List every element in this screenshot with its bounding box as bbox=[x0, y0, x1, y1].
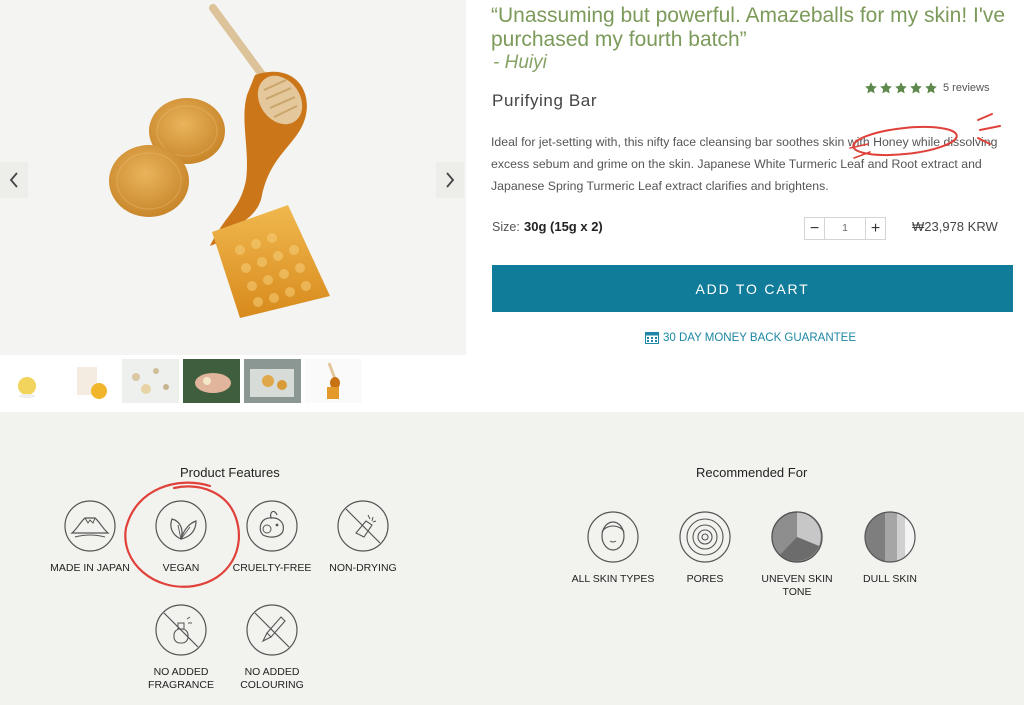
feature-label: NO ADDED COLOURING bbox=[240, 666, 304, 691]
thumbnail[interactable] bbox=[122, 359, 179, 403]
no-fragrance-icon bbox=[155, 604, 207, 656]
gallery-next-button[interactable] bbox=[436, 162, 464, 198]
uneven-tone-icon bbox=[771, 511, 823, 563]
thumbnail[interactable] bbox=[244, 359, 301, 403]
feature-non-drying: NON-DRYING bbox=[318, 499, 408, 575]
purchase-options-row: Size: 30g (15g x 2) − + ₩23,978 KRW bbox=[492, 217, 1012, 240]
chevron-left-icon bbox=[9, 172, 18, 188]
quantity-decrease-button[interactable]: − bbox=[805, 218, 825, 239]
recommended-all-skin-types: ALL SKIN TYPES bbox=[568, 510, 658, 586]
star-icon bbox=[910, 82, 922, 94]
feature-label: CRUELTY-FREE bbox=[232, 562, 312, 574]
thumbnail[interactable] bbox=[61, 359, 118, 403]
recommended-label: ALL SKIN TYPES bbox=[571, 573, 655, 585]
quantity-stepper: − + bbox=[804, 217, 886, 240]
product-description: Ideal for jet-setting with, this nifty f… bbox=[491, 135, 998, 193]
size-value: 30g (15g x 2) bbox=[524, 219, 603, 234]
testimonial-author: - Huiyi bbox=[493, 52, 547, 73]
thumbnail[interactable] bbox=[0, 359, 57, 403]
recommended-dull-skin: DULL SKIN bbox=[845, 510, 935, 586]
calendar-icon bbox=[645, 332, 659, 344]
star-icon bbox=[895, 82, 907, 94]
feature-cruelty-free: CRUELTY-FREE bbox=[227, 499, 317, 575]
feature-no-added-colouring: NO ADDED COLOURING bbox=[227, 603, 317, 692]
star-icon bbox=[880, 82, 892, 94]
gallery-thumbnails bbox=[0, 359, 362, 405]
recommended-label: DULL SKIN bbox=[863, 573, 917, 585]
product-image-gallery[interactable] bbox=[0, 0, 466, 355]
feature-vegan: VEGAN bbox=[136, 499, 226, 575]
chevron-right-icon bbox=[446, 172, 455, 188]
mount-fuji-icon bbox=[64, 500, 116, 552]
gallery-prev-button[interactable] bbox=[0, 162, 28, 198]
feature-label: NON-DRYING bbox=[329, 562, 397, 574]
product-features-title: Product Features bbox=[180, 465, 280, 480]
money-back-guarantee-link[interactable]: 30 DAY MONEY BACK GUARANTEE bbox=[645, 331, 856, 344]
feature-no-added-fragrance: NO ADDED FRAGRANCE bbox=[136, 603, 226, 692]
no-colouring-icon bbox=[246, 604, 298, 656]
product-rating[interactable]: 5 reviews bbox=[864, 81, 989, 95]
size-label: Size: bbox=[492, 220, 520, 234]
star-icon bbox=[925, 82, 937, 94]
feature-label: MADE IN JAPAN bbox=[50, 562, 130, 574]
thumbnail[interactable] bbox=[183, 359, 240, 403]
dull-skin-icon bbox=[864, 511, 916, 563]
recommended-label: PORES bbox=[686, 573, 724, 585]
star-rating bbox=[864, 81, 938, 95]
pores-icon bbox=[679, 511, 731, 563]
reviews-count-link[interactable]: 5 reviews bbox=[943, 82, 989, 94]
product-title: Purifying Bar bbox=[492, 91, 598, 110]
rabbit-icon bbox=[246, 500, 298, 552]
leaves-icon bbox=[155, 500, 207, 552]
product-photo bbox=[0, 0, 466, 355]
thumbnail[interactable] bbox=[305, 359, 362, 403]
product-price: ₩23,978 KRW bbox=[912, 219, 998, 234]
quantity-increase-button[interactable]: + bbox=[865, 218, 885, 239]
recommended-for-title: Recommended For bbox=[696, 465, 808, 480]
recommended-pores: PORES bbox=[660, 510, 750, 586]
face-icon bbox=[587, 511, 639, 563]
add-to-cart-button[interactable]: ADD TO CART bbox=[492, 265, 1013, 312]
no-drying-icon bbox=[337, 500, 389, 552]
feature-label: NO ADDED FRAGRANCE bbox=[148, 666, 214, 691]
star-icon bbox=[865, 82, 877, 94]
testimonial-quote: “Unassuming but powerful. Amazeballs for… bbox=[491, 4, 1006, 51]
feature-label: VEGAN bbox=[162, 562, 200, 574]
quantity-input[interactable] bbox=[825, 218, 865, 239]
feature-made-in-japan: MADE IN JAPAN bbox=[45, 499, 135, 575]
guarantee-label: 30 DAY MONEY BACK GUARANTEE bbox=[663, 331, 857, 344]
recommended-label: UNEVEN SKIN TONE bbox=[761, 573, 833, 598]
product-features-section: Product Features Recommended For MADE IN… bbox=[0, 412, 1024, 705]
recommended-uneven-skin-tone: UNEVEN SKIN TONE bbox=[752, 510, 842, 599]
